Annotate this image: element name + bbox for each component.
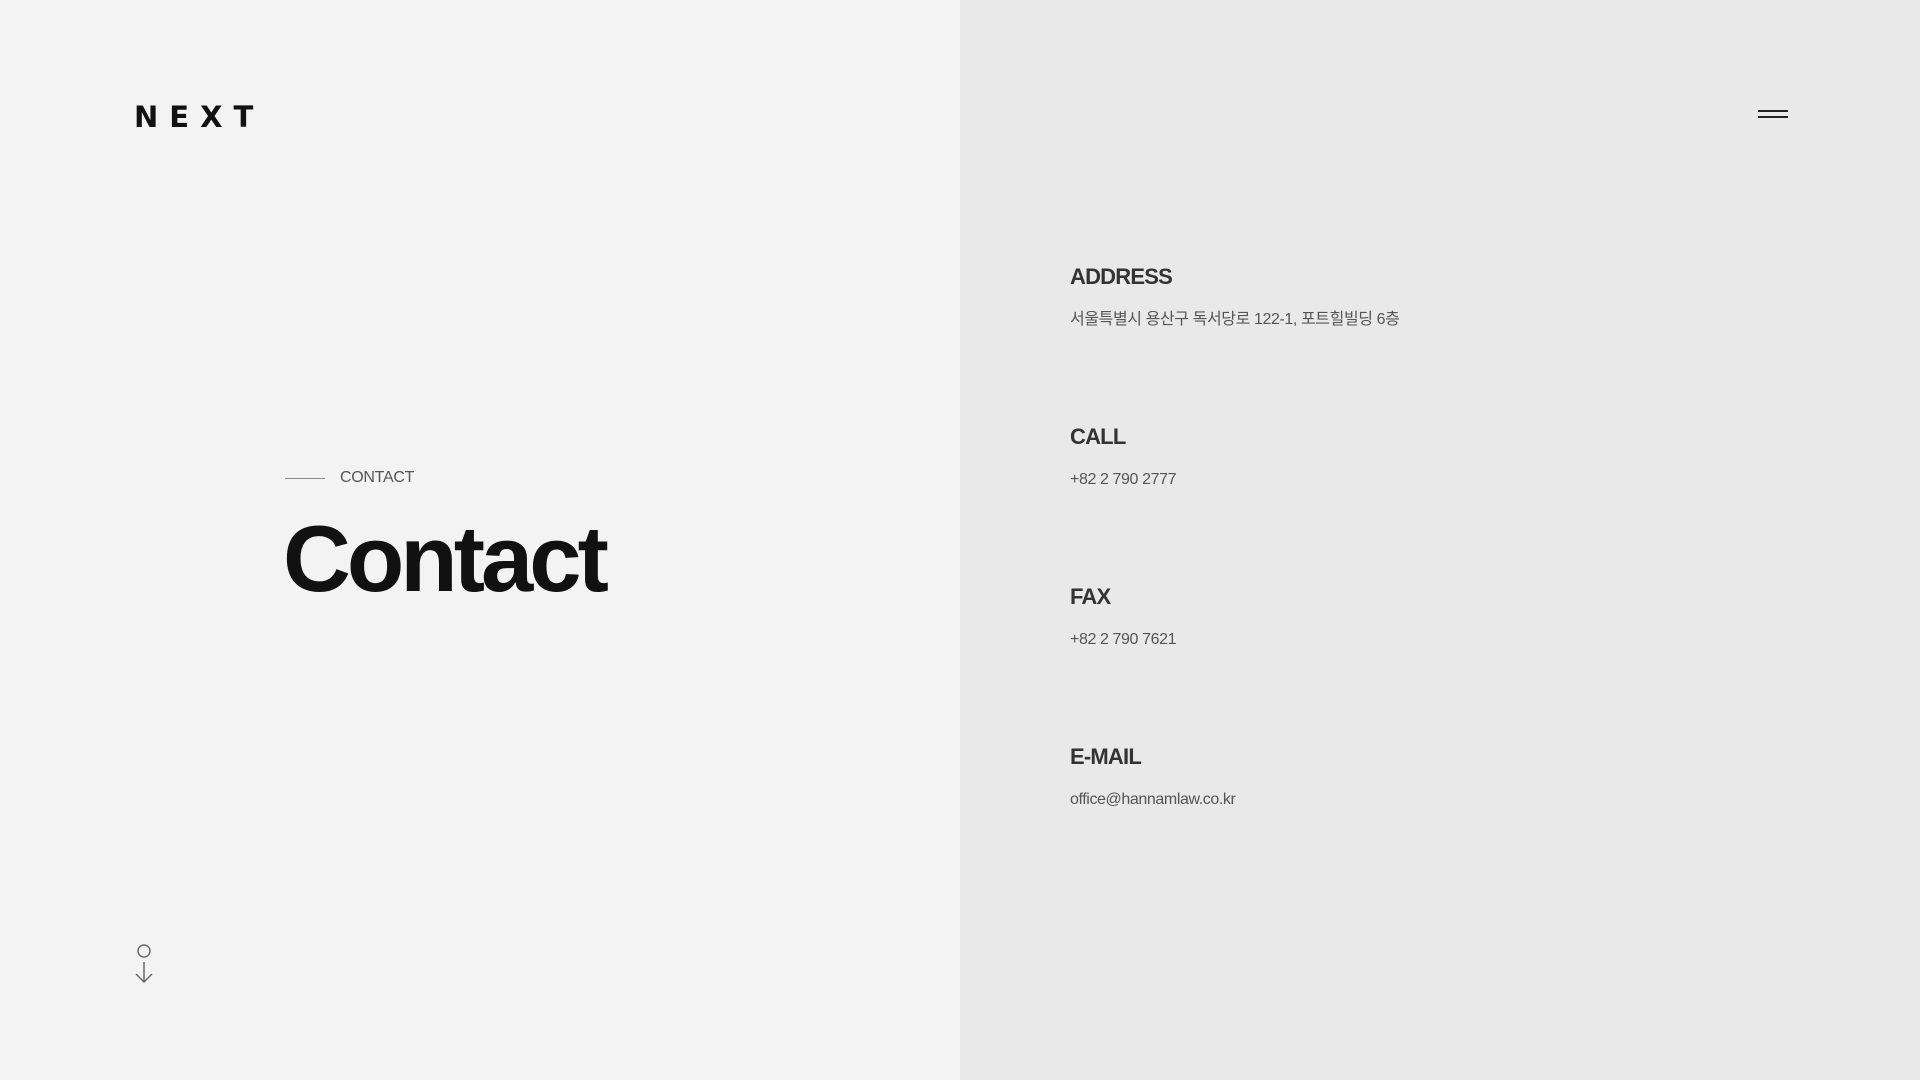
page-title: Contact — [283, 506, 609, 611]
contact-label: ADDRESS — [1070, 264, 1173, 289]
hamburger-icon — [1758, 110, 1788, 112]
contact-page: NEXT CONTACT Contact ADDRESS 서울특별시 용산구 독… — [0, 0, 1920, 1080]
site-logo[interactable]: NEXT — [134, 102, 264, 132]
contact-fax: FAX +82 2 790 7621 — [1070, 582, 1399, 742]
eyebrow-divider — [285, 477, 325, 479]
right-panel: ADDRESS 서울특별시 용산구 독서당로 122-1, 포트힐빌딩 6층 C… — [960, 0, 1920, 1080]
contact-label: FAX — [1070, 584, 1111, 609]
email-link[interactable]: office@hannamlaw.co.kr — [1070, 790, 1399, 810]
address-value: 서울특별시 용산구 독서당로 122-1, 포트힐빌딩 6층 — [1070, 311, 1400, 328]
scroll-down-button[interactable] — [132, 941, 156, 985]
contact-address: ADDRESS 서울특별시 용산구 독서당로 122-1, 포트힐빌딩 6층 — [1070, 262, 1400, 422]
left-panel: NEXT CONTACT Contact — [0, 0, 960, 1080]
eyebrow-label: CONTACT — [340, 469, 415, 486]
contact-email: E-MAIL office@hannamlaw.co.kr — [1070, 742, 1399, 902]
contact-info-list: ADDRESS 서울특별시 용산구 독서당로 122-1, 포트힐빌딩 6층 C… — [1070, 262, 1400, 902]
contact-call: CALL +82 2 790 2777 — [1070, 422, 1399, 582]
menu-button[interactable] — [1758, 106, 1788, 122]
contact-label: E-MAIL — [1070, 744, 1142, 769]
hamburger-icon-line — [1758, 116, 1788, 118]
fax-value: +82 2 790 7621 — [1070, 631, 1177, 648]
scroll-down-arrow-icon — [135, 944, 153, 984]
contact-label: CALL — [1070, 424, 1126, 449]
phone-value[interactable]: +82 2 790 2777 — [1070, 470, 1399, 490]
section-eyebrow: CONTACT — [285, 469, 414, 487]
